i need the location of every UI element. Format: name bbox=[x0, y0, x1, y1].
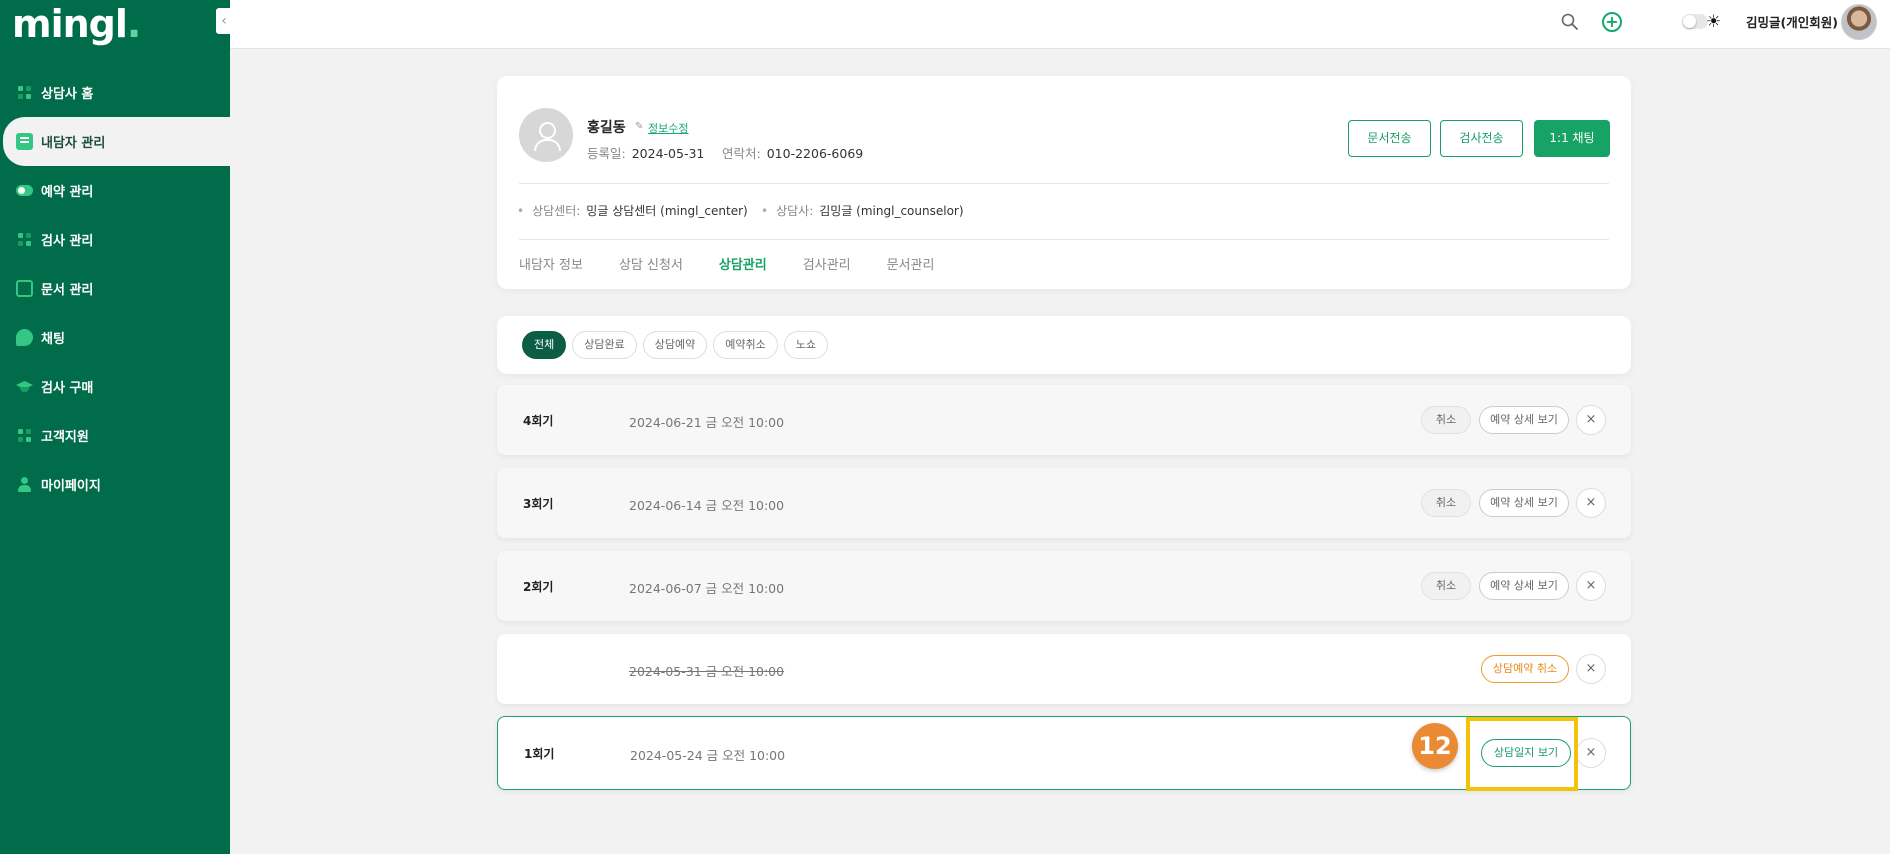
counselor-info: • 상담사: 김밍글 (mingl_counselor) bbox=[761, 204, 964, 218]
sidebar: mingl. ‹ 상담사 홈 내담자 관리 예약 관리 검사 관리 문서 관리 … bbox=[0, 0, 232, 854]
filter-chip-all[interactable]: 전체 bbox=[522, 331, 567, 359]
sidebar-item-reservation-management[interactable]: 예약 관리 bbox=[0, 166, 230, 215]
contact-number: 연락처: 010-2206-6069 bbox=[722, 146, 864, 161]
sidebar-item-label: 마이페이지 bbox=[41, 479, 101, 494]
one-on-one-chat-button[interactable]: 1:1 채팅 bbox=[1534, 120, 1610, 157]
grid-icon bbox=[16, 231, 33, 248]
sidebar-item-label: 고객지원 bbox=[41, 430, 89, 445]
tab-application-form[interactable]: 상담 신청서 bbox=[619, 254, 683, 273]
tab-counseling-management[interactable]: 상담관리 bbox=[719, 254, 767, 273]
tab-client-info[interactable]: 내담자 정보 bbox=[519, 254, 583, 273]
sidebar-item-chat[interactable]: 채팅 bbox=[0, 313, 230, 362]
status-filter-bar: 전체 상담완료 상담예약 예약취소 노쇼 bbox=[497, 316, 1631, 374]
sidebar-item-document-management[interactable]: 문서 관리 bbox=[0, 264, 230, 313]
pencil-icon: ✎ bbox=[635, 121, 644, 132]
sidebar-item-test-purchase[interactable]: 검사 구매 bbox=[0, 362, 230, 411]
person-icon bbox=[16, 476, 33, 493]
filter-chips: 전체 상담완료 상담예약 예약취소 노쇼 bbox=[522, 331, 828, 359]
tab-test-management[interactable]: 검사관리 bbox=[803, 254, 851, 273]
graduation-cap-icon bbox=[16, 378, 33, 395]
sidebar-item-test-management[interactable]: 검사 관리 bbox=[0, 215, 230, 264]
filter-chip-noshow[interactable]: 노쇼 bbox=[783, 331, 828, 359]
sidebar-item-label: 예약 관리 bbox=[41, 185, 94, 200]
cancel-button[interactable]: 취소 bbox=[1421, 572, 1471, 600]
filter-chip-cancelled[interactable]: 예약취소 bbox=[713, 331, 778, 359]
filter-chip-completed[interactable]: 상담완료 bbox=[572, 331, 637, 359]
sidebar-item-label: 문서 관리 bbox=[41, 283, 94, 298]
send-test-button[interactable]: 검사전송 bbox=[1440, 120, 1523, 157]
registered-date: 등록일: 2024-05-31 bbox=[587, 146, 705, 161]
client-profile-card: 홍길동 ✎ 정보수정 등록일: 2024-05-31 연락처: 010-2206-6… bbox=[497, 76, 1631, 289]
divider bbox=[519, 183, 1609, 184]
close-icon[interactable]: × bbox=[1576, 738, 1606, 768]
step-number-badge: 12 bbox=[1412, 723, 1458, 769]
topbar: + ☀ 김밍글(개인회원) bbox=[230, 0, 1890, 49]
session-row-selected: 1회기 2024-05-24 금 오전 10:00 상담일지 보기 × bbox=[497, 716, 1631, 790]
toggle-icon bbox=[16, 185, 33, 196]
highlight-box bbox=[1466, 717, 1578, 791]
close-icon[interactable]: × bbox=[1576, 488, 1606, 518]
session-row: 2회기 2024-06-07 금 오전 10:00 취소 예약 상세 보기 × bbox=[497, 551, 1631, 621]
theme-toggle[interactable]: ☀ bbox=[1682, 12, 1724, 32]
profile-tabs: 내담자 정보 상담 신청서 상담관리 검사관리 문서관리 bbox=[519, 254, 970, 273]
session-date: 2024-06-07 금 오전 10:00 bbox=[629, 581, 785, 596]
client-name: 홍길동 bbox=[587, 120, 626, 136]
send-document-button[interactable]: 문서전송 bbox=[1348, 120, 1431, 157]
chat-icon bbox=[16, 329, 33, 346]
search-icon[interactable] bbox=[1560, 12, 1580, 32]
sidebar-item-label: 내담자 관리 bbox=[41, 136, 106, 151]
toggle-knob bbox=[1683, 15, 1696, 28]
session-date: 2024-06-21 금 오전 10:00 bbox=[629, 415, 785, 430]
client-avatar-placeholder bbox=[519, 108, 573, 162]
session-round: 2회기 bbox=[523, 580, 554, 594]
reservation-detail-button[interactable]: 예약 상세 보기 bbox=[1479, 489, 1569, 517]
document-icon bbox=[16, 280, 33, 297]
avatar[interactable] bbox=[1841, 4, 1877, 40]
sidebar-item-label: 검사 관리 bbox=[41, 234, 94, 249]
sidebar-item-label: 상담사 홈 bbox=[41, 87, 94, 102]
filter-chip-reserved[interactable]: 상담예약 bbox=[642, 331, 708, 359]
close-icon[interactable]: × bbox=[1576, 654, 1606, 684]
session-date: 2024-05-31 금 오전 10:00 bbox=[629, 664, 785, 679]
reservation-cancelled-badge: 상담예약 취소 bbox=[1481, 655, 1569, 683]
session-date: 2024-05-24 금 오전 10:00 bbox=[630, 748, 786, 763]
sidebar-item-label: 검사 구매 bbox=[41, 381, 94, 396]
session-round: 1회기 bbox=[524, 747, 555, 761]
user-name[interactable]: 김밍글(개인회원) bbox=[1746, 12, 1838, 31]
reservation-detail-button[interactable]: 예약 상세 보기 bbox=[1479, 572, 1569, 600]
session-row: 4회기 2024-06-21 금 오전 10:00 취소 예약 상세 보기 × bbox=[497, 385, 1631, 455]
grid-icon bbox=[16, 427, 33, 444]
cancel-button[interactable]: 취소 bbox=[1421, 489, 1471, 517]
mingl-logo[interactable]: mingl. bbox=[12, 2, 141, 46]
close-icon[interactable]: × bbox=[1576, 571, 1606, 601]
sidebar-nav: 상담사 홈 내담자 관리 예약 관리 검사 관리 문서 관리 채팅 검사 구매 bbox=[0, 68, 230, 509]
counseling-center-info: • 상담센터: 밍글 상담센터 (mingl_center) bbox=[517, 204, 748, 218]
add-circle-icon[interactable]: + bbox=[1602, 12, 1622, 32]
sidebar-item-customer-support[interactable]: 고객지원 bbox=[0, 411, 230, 460]
id-card-icon bbox=[16, 133, 33, 150]
edit-info-link[interactable]: 정보수정 bbox=[648, 120, 688, 136]
reservation-detail-button[interactable]: 예약 상세 보기 bbox=[1479, 406, 1569, 434]
cancel-button[interactable]: 취소 bbox=[1421, 406, 1471, 434]
session-date: 2024-06-14 금 오전 10:00 bbox=[629, 498, 785, 513]
sidebar-item-mypage[interactable]: 마이페이지 bbox=[0, 460, 230, 509]
close-icon[interactable]: × bbox=[1576, 405, 1606, 435]
session-row-cancelled: 2024-05-31 금 오전 10:00 상담예약 취소 × bbox=[497, 634, 1631, 704]
sidebar-item-client-management[interactable]: 내담자 관리 bbox=[3, 117, 230, 166]
sun-icon: ☀ bbox=[1706, 12, 1722, 32]
tab-document-management[interactable]: 문서관리 bbox=[887, 254, 935, 273]
divider bbox=[519, 239, 1609, 240]
sidebar-item-label: 채팅 bbox=[41, 332, 65, 347]
session-row: 3회기 2024-06-14 금 오전 10:00 취소 예약 상세 보기 × bbox=[497, 468, 1631, 538]
session-round: 4회기 bbox=[523, 414, 554, 428]
sidebar-item-counselor-home[interactable]: 상담사 홈 bbox=[0, 68, 230, 117]
session-round: 3회기 bbox=[523, 497, 554, 511]
grid-icon bbox=[16, 84, 33, 101]
